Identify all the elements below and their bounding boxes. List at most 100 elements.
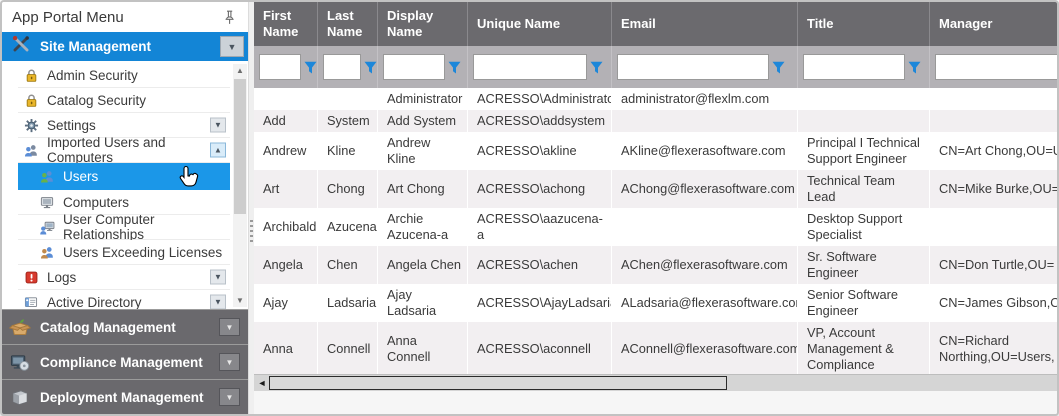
sidebar-item-active-directory[interactable]: Active Directory▼	[18, 290, 230, 309]
lock-icon	[22, 92, 40, 108]
cell-title: Desktop Support Specialist	[798, 208, 930, 246]
table-row[interactable]: AndrewKlineAndrew KlineACRESSO\aklineAKl…	[254, 132, 1057, 170]
sidebar-item-admin-security[interactable]: Admin Security	[18, 63, 230, 88]
chevron-down-icon[interactable]: ▼	[210, 295, 226, 310]
table-row[interactable]: AddSystemAdd SystemACRESSO\addsystem	[254, 110, 1057, 132]
pin-icon[interactable]	[220, 8, 238, 26]
gear-icon	[22, 117, 40, 133]
filter-input-title[interactable]	[803, 54, 905, 80]
column-header-last-name[interactable]: Last Name	[318, 2, 378, 46]
sidebar-item-label: Users Exceeding Licenses	[63, 245, 222, 260]
cell-unique-name: ACRESSO\aconnell	[468, 322, 612, 376]
sidebar-scrollbar[interactable]: ▲ ▼	[233, 64, 247, 307]
scroll-left-icon[interactable]: ◄	[256, 377, 268, 390]
chevron-down-icon[interactable]: ▼	[219, 318, 240, 336]
cell-manager	[930, 208, 1057, 246]
sidebar-item-imported-users-and-computers[interactable]: Imported Users and Computers▲	[18, 138, 230, 163]
sidebar-group-deployment-management[interactable]: Deployment Management▼	[2, 379, 248, 414]
filter-funnel-icon[interactable]	[448, 61, 461, 74]
cell-manager: CN=Mike Burke,OU=	[930, 170, 1057, 208]
filter-input-email[interactable]	[617, 54, 769, 80]
filter-input-display-name[interactable]	[383, 54, 445, 80]
chevron-down-icon[interactable]: ▼	[219, 388, 240, 406]
table-row[interactable]: ArchibaldAzucenaArchie Azucena-aACRESSO\…	[254, 208, 1057, 246]
cell-first-name: Anna	[254, 322, 318, 376]
column-header-manager[interactable]: Manager	[930, 2, 1059, 46]
filter-funnel-icon[interactable]	[364, 61, 377, 74]
cell-email: AChong@flexerasoftware.com	[612, 170, 798, 208]
table-body: AdministratorACRESSO\Administratoradmini…	[254, 88, 1057, 376]
users-group-icon	[22, 142, 40, 158]
scrollbar-thumb[interactable]	[234, 79, 246, 214]
column-header-unique-name[interactable]: Unique Name	[468, 2, 612, 46]
cell-manager: CN=Art Chong,OU=U	[930, 132, 1057, 170]
filter-funnel-icon[interactable]	[772, 61, 785, 74]
cell-title: Sr. Software Engineer	[798, 246, 930, 284]
table-row[interactable]: ArtChongArt ChongACRESSO\achongAChong@fl…	[254, 170, 1057, 208]
filter-cell-first-name	[254, 46, 318, 88]
sidebar-item-logs[interactable]: Logs▼	[18, 265, 230, 290]
table-row[interactable]: AjayLadsariaAjay LadsariaACRESSO\AjayLad…	[254, 284, 1057, 322]
cell-display-name: Add System	[378, 110, 468, 132]
users-table: First NameLast NameDisplay NameUnique Na…	[254, 2, 1057, 414]
filter-funnel-icon[interactable]	[590, 61, 603, 74]
horizontal-scrollbar[interactable]: ◄	[254, 374, 1057, 391]
splitter-grip-icon	[250, 220, 253, 244]
cell-title: Technical Team Lead	[798, 170, 930, 208]
cell-first-name: Andrew	[254, 132, 318, 170]
chevron-up-icon[interactable]: ▲	[210, 143, 226, 158]
column-header-title[interactable]: Title	[798, 2, 930, 46]
cell-manager: CN=Don Turtle,OU=	[930, 246, 1057, 284]
scroll-down-icon[interactable]: ▼	[233, 294, 247, 307]
site-tools-icon	[10, 33, 32, 60]
filter-funnel-icon[interactable]	[304, 61, 317, 74]
filter-input-manager[interactable]	[935, 54, 1059, 80]
sidebar-group-label: Site Management	[40, 39, 220, 54]
sidebar-group-catalog-management[interactable]: Catalog Management▼	[2, 309, 248, 344]
cell-unique-name: ACRESSO\aazucena-a	[468, 208, 612, 246]
filter-input-unique-name[interactable]	[473, 54, 587, 80]
sidebar-item-catalog-security[interactable]: Catalog Security	[18, 88, 230, 113]
chevron-down-icon[interactable]: ▼	[210, 270, 226, 285]
filter-funnel-icon[interactable]	[908, 61, 921, 74]
sidebar-item-user-computer-relationships[interactable]: User Computer Relationships	[18, 215, 230, 240]
filter-input-first-name[interactable]	[259, 54, 301, 80]
column-header-first-name[interactable]: First Name	[254, 2, 318, 46]
sidebar-group-site-management[interactable]: Site Management ▼	[2, 32, 248, 61]
sidebar-title: App Portal Menu	[12, 9, 220, 26]
table-row[interactable]: AnnaConnellAnna ConnellACRESSO\aconnellA…	[254, 322, 1057, 376]
cell-unique-name: ACRESSO\addsystem	[468, 110, 612, 132]
sidebar-item-users-exceeding-licenses[interactable]: Users Exceeding Licenses	[18, 240, 230, 265]
chevron-down-icon[interactable]: ▼	[219, 353, 240, 371]
cell-first-name: Archibald	[254, 208, 318, 246]
sidebar-group-label: Catalog Management	[40, 320, 219, 335]
chevron-down-icon[interactable]: ▼	[210, 118, 226, 133]
filter-input-last-name[interactable]	[323, 54, 361, 80]
cell-email: administrator@flexlm.com	[612, 88, 798, 110]
table-row[interactable]: AdministratorACRESSO\Administratoradmini…	[254, 88, 1057, 110]
scroll-up-icon[interactable]: ▲	[233, 64, 247, 77]
column-header-display-name[interactable]: Display Name	[378, 2, 468, 46]
cell-unique-name: ACRESSO\akline	[468, 132, 612, 170]
user-computer-icon	[38, 219, 56, 235]
computer-icon	[38, 194, 56, 210]
sidebar: App Portal Menu Site Management ▼ Admin …	[2, 2, 248, 414]
filter-cell-title	[798, 46, 930, 88]
sidebar-item-users[interactable]: Users	[18, 163, 230, 190]
sidebar-item-label: Computers	[63, 195, 129, 210]
chevron-down-icon[interactable]: ▼	[220, 36, 244, 57]
sidebar-group-compliance-management[interactable]: Compliance Management▼	[2, 344, 248, 379]
sidebar-title-bar: App Portal Menu	[2, 2, 248, 32]
column-header-email[interactable]: Email	[612, 2, 798, 46]
cell-email: AChen@flexerasoftware.com	[612, 246, 798, 284]
cell-unique-name: ACRESSO\achong	[468, 170, 612, 208]
cell-last-name: Kline	[318, 132, 378, 170]
cell-last-name: Ladsaria	[318, 284, 378, 322]
app-window: App Portal Menu Site Management ▼ Admin …	[0, 0, 1059, 416]
filter-cell-last-name	[318, 46, 378, 88]
hscrollbar-thumb[interactable]	[269, 376, 727, 390]
active-directory-icon	[22, 294, 40, 309]
sidebar-item-label: Settings	[47, 118, 96, 133]
cell-email: AKline@flexerasoftware.com	[612, 132, 798, 170]
table-row[interactable]: AngelaChenAngela ChenACRESSO\achenAChen@…	[254, 246, 1057, 284]
